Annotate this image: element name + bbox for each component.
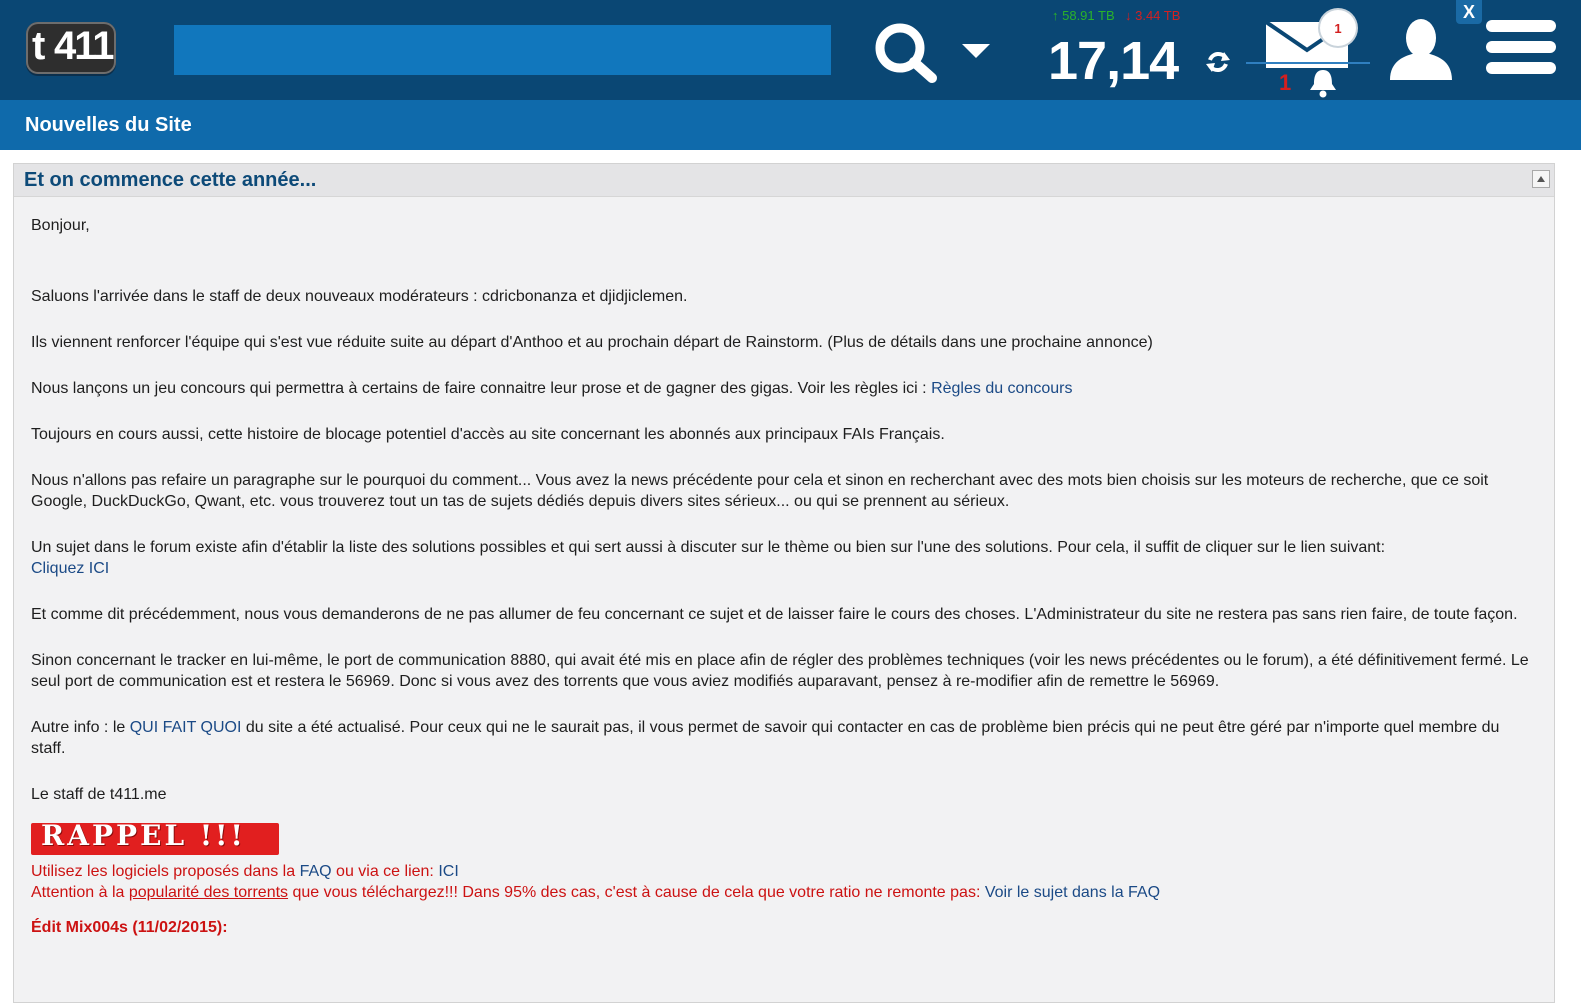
- paragraph-port: Sinon concernant le tracker en lui-même,…: [31, 652, 1529, 690]
- faq-topic-link[interactable]: Voir le sujet dans la FAQ: [985, 884, 1160, 901]
- bell-icon[interactable]: [1306, 68, 1340, 98]
- paragraph-calm: Et comme dit précédemment, nous vous dem…: [31, 606, 1518, 623]
- download-stat: ↓ 3.44 TB: [1125, 8, 1181, 23]
- collapse-button[interactable]: [1532, 170, 1550, 188]
- search-input[interactable]: [174, 25, 831, 75]
- mail-count-badge: 1: [1320, 10, 1356, 46]
- ici-link[interactable]: ICI: [438, 863, 458, 880]
- reminder-software: Utilisez les logiciels proposés dans la …: [31, 861, 1537, 882]
- signature: Le staff de t411.me: [31, 786, 167, 803]
- reminder-software-mid: ou via ce lien:: [331, 863, 439, 880]
- refresh-icon[interactable]: [1204, 48, 1232, 76]
- user-icon[interactable]: [1388, 16, 1454, 82]
- chevron-up-icon: [1537, 176, 1545, 182]
- edit-note: Édit Mix004s (11/02/2015):: [31, 919, 228, 936]
- who-text-before: Autre info : le: [31, 719, 130, 736]
- news-title: Et on commence cette année...: [24, 169, 317, 191]
- site-logo[interactable]: t 411: [26, 22, 116, 74]
- paragraph-contest: Nous lançons un jeu concours qui permett…: [31, 378, 1537, 399]
- paragraph-who-does-what: Autre info : le QUI FAIT QUOI du site a …: [31, 717, 1537, 759]
- reminder-software-text: Utilisez les logiciels proposés dans la: [31, 863, 300, 880]
- close-button[interactable]: X: [1456, 0, 1482, 24]
- rappel-label: RAPPEL !!!: [41, 823, 246, 852]
- news-panel: Et on commence cette année... Bonjour, S…: [13, 163, 1555, 1003]
- top-header: t 411 ↑ 58.91 TB ↓ 3.44 TB 17,14 1 1 X: [0, 0, 1581, 100]
- reminder-popularity-mid: que vous téléchargez!!! Dans 95% des cas…: [288, 884, 985, 901]
- rappel-banner: RAPPEL !!!: [31, 823, 279, 855]
- hamburger-menu-icon[interactable]: [1486, 20, 1556, 82]
- upload-stat: ↑ 58.91 TB: [1052, 8, 1115, 23]
- forum-link[interactable]: Cliquez ICI: [31, 560, 109, 577]
- paragraph-moderators: Saluons l'arrivée dans le staff de deux …: [31, 288, 688, 305]
- popularity-underlined: popularité des torrents: [128, 884, 289, 901]
- greeting: Bonjour,: [31, 217, 90, 234]
- reminder-popularity-text: Attention à la: [31, 884, 129, 901]
- who-text-after: du site a été actualisé. Pour ceux qui n…: [31, 719, 1500, 757]
- contest-text: Nous lançons un jeu concours qui permett…: [31, 380, 932, 397]
- contest-rules-link[interactable]: Règles du concours: [931, 380, 1072, 397]
- chevron-down-icon[interactable]: [960, 42, 992, 60]
- reminder-popularity: Attention à la popularité des torrents q…: [31, 882, 1537, 903]
- news-panel-header: Et on commence cette année...: [14, 164, 1554, 197]
- ratio-value: 17,14: [1048, 31, 1179, 91]
- section-title: Nouvelles du Site: [0, 100, 1581, 150]
- search-icon[interactable]: [872, 20, 940, 84]
- paragraph-team: Ils viennent renforcer l'équipe qui s'es…: [31, 334, 1153, 351]
- paragraph-forum: Un sujet dans le forum existe afin d'éta…: [31, 537, 1537, 579]
- header-divider: [1246, 62, 1370, 64]
- logo-number: 411: [54, 24, 115, 68]
- logo-t: t: [32, 24, 46, 68]
- faq-link[interactable]: FAQ: [300, 863, 332, 880]
- paragraph-blocking: Toujours en cours aussi, cette histoire …: [31, 426, 945, 443]
- news-body: Bonjour, Saluons l'arrivée dans le staff…: [14, 197, 1554, 938]
- notification-count: 1: [1279, 70, 1292, 95]
- paragraph-search: Nous n'allons pas refaire un paragraphe …: [31, 472, 1489, 510]
- forum-text: Un sujet dans le forum existe afin d'éta…: [31, 539, 1386, 556]
- who-does-what-link[interactable]: QUI FAIT QUOI: [130, 719, 242, 736]
